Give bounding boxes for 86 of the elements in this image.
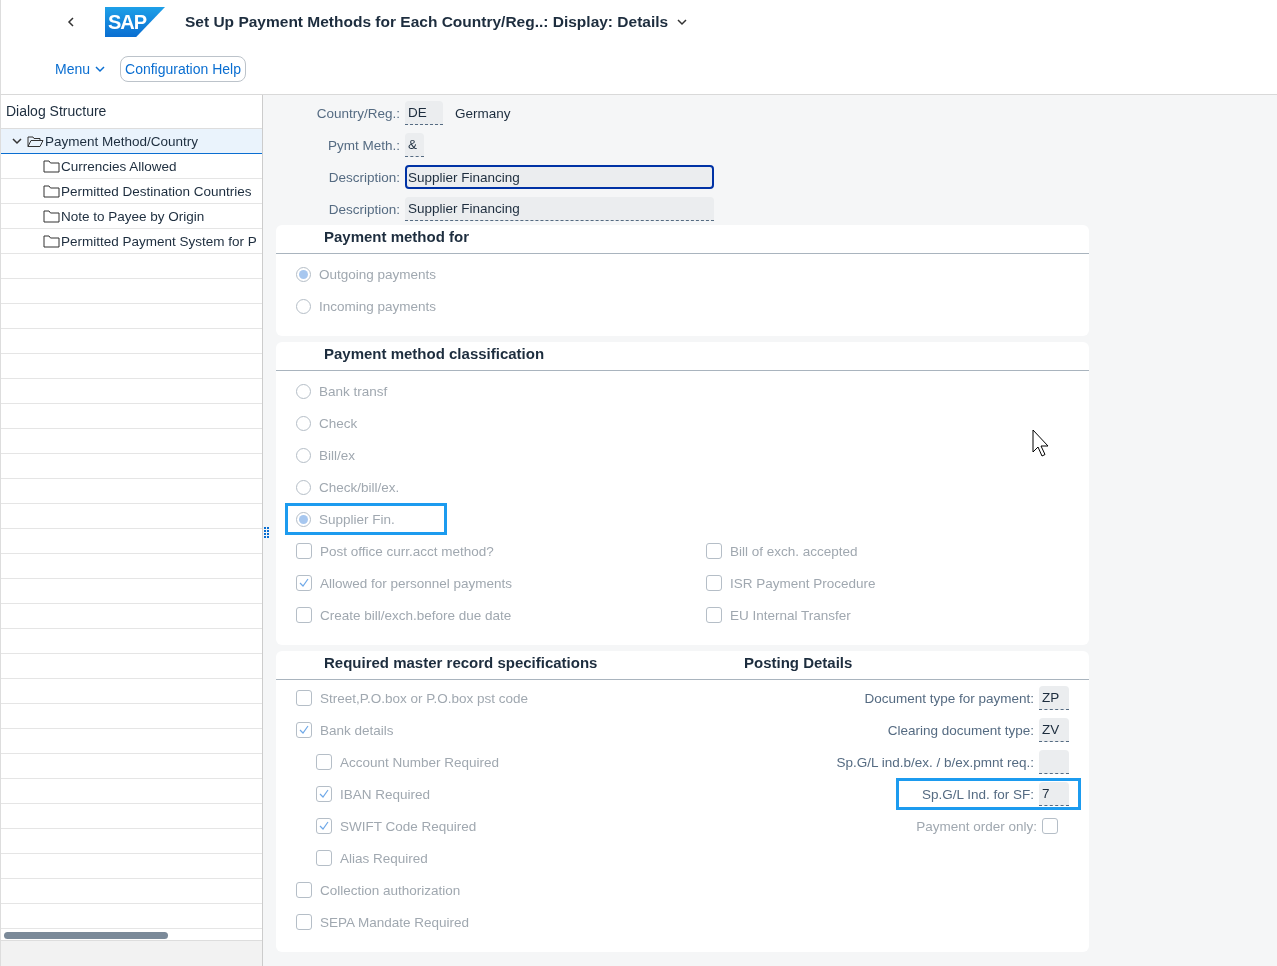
sap-logo[interactable]: SAP <box>105 7 165 37</box>
field-label: Sp.G/L ind.b/ex. / b/ex.pmnt req.: <box>836 754 1034 770</box>
option-label: Bank details <box>320 722 394 738</box>
option-label: EU Internal Transfer <box>730 607 851 623</box>
back-icon <box>65 16 77 28</box>
field-label: Clearing document type: <box>887 722 1034 738</box>
folder-icon <box>43 159 60 173</box>
section-title: Required master record specifications <box>323 653 599 673</box>
dropdown-caret-icon <box>676 16 689 28</box>
checkbox[interactable] <box>296 914 312 930</box>
input-field[interactable]: Supplier Financing <box>405 165 714 189</box>
tree-item[interactable]: Note to Payee by Origin <box>1 204 262 229</box>
field-label: Description: <box>327 169 400 185</box>
radio-button[interactable] <box>296 298 311 314</box>
option-label: Check/bill/ex. <box>319 479 400 495</box>
folder-icon <box>43 209 60 223</box>
section-title: Payment method for <box>276 225 1089 254</box>
option-label: Check <box>319 415 358 431</box>
radio-button[interactable] <box>296 447 311 463</box>
input-field[interactable]: ZV <box>1039 718 1069 742</box>
section-title: Posting Details <box>743 653 853 673</box>
option-label: Supplier Fin. <box>319 511 395 527</box>
radio-button[interactable] <box>296 383 311 399</box>
option-label: Collection authorization <box>320 882 461 898</box>
field-description: Germany <box>455 105 511 121</box>
checkbox[interactable] <box>316 754 332 770</box>
checkbox[interactable] <box>296 882 312 898</box>
input-field[interactable]: Supplier Financing <box>405 197 714 221</box>
checkbox[interactable] <box>706 543 722 559</box>
input-field[interactable] <box>1039 750 1069 774</box>
folder-icon <box>43 184 60 198</box>
option-label: Bill of exch. accepted <box>730 543 858 559</box>
checkbox[interactable] <box>316 818 332 834</box>
option-label: Account Number Required <box>340 754 500 770</box>
tree-item[interactable]: Currencies Allowed <box>1 154 262 179</box>
field-label: Pymt Meth.: <box>327 137 400 153</box>
splitter-grip-icon[interactable] <box>264 527 270 539</box>
radio-button[interactable] <box>296 479 311 495</box>
configuration-help-button[interactable]: Configuration Help <box>120 56 246 82</box>
checkbox[interactable] <box>296 690 312 706</box>
checkbox[interactable] <box>296 722 312 738</box>
expand-caret-icon <box>11 135 23 147</box>
option-label: IBAN Required <box>340 786 431 802</box>
option-label: Post office curr.acct method? <box>320 543 494 559</box>
tree-item[interactable]: Permitted Payment System for P <box>1 229 262 254</box>
input-field[interactable]: 7 <box>1039 782 1069 806</box>
checkbox[interactable] <box>706 607 722 623</box>
section-title: Payment method classification <box>276 342 1089 371</box>
option-label: Create bill/exch.before due date <box>320 607 512 623</box>
checkbox[interactable] <box>296 543 312 559</box>
option-label: Outgoing payments <box>319 266 437 282</box>
checkbox[interactable] <box>316 786 332 802</box>
option-label: Alias Required <box>340 850 428 866</box>
option-label: SEPA Mandate Required <box>320 914 470 930</box>
field-label: Country/Reg.: <box>315 105 400 121</box>
option-label: ISR Payment Procedure <box>730 575 876 591</box>
option-label: Bank transf <box>319 383 388 399</box>
tree-item[interactable]: Payment Method/Country <box>1 129 262 154</box>
option-label: SWIFT Code Required <box>340 818 477 834</box>
checkbox[interactable] <box>706 575 722 591</box>
scrollbar-thumb[interactable] <box>4 932 168 939</box>
input-field[interactable]: ZP <box>1039 686 1069 710</box>
field-label: Description: <box>327 201 400 217</box>
field-label: Payment order only: <box>916 818 1037 834</box>
checkbox[interactable] <box>296 575 312 591</box>
field-label: Document type for payment: <box>864 690 1034 706</box>
checkbox[interactable] <box>296 607 312 623</box>
radio-button[interactable] <box>296 266 311 282</box>
option-label: Allowed for personnel payments <box>320 575 513 591</box>
checkbox[interactable] <box>1042 818 1058 834</box>
menu-button[interactable]: Menu <box>53 59 109 79</box>
input-field[interactable]: & <box>405 133 424 157</box>
caret-icon <box>94 63 107 75</box>
input-field[interactable]: DE <box>405 101 443 125</box>
mouse-pointer-icon <box>1032 429 1052 457</box>
folder-icon <box>43 234 60 248</box>
radio-button[interactable] <box>296 415 311 431</box>
option-label: Street,P.O.box or P.O.box pst code <box>320 690 529 706</box>
field-label: Sp.G/L Ind. for SF: <box>921 786 1034 802</box>
option-label: Bill/ex <box>319 447 355 463</box>
radio-button[interactable] <box>296 511 311 527</box>
folder-icon <box>27 134 44 148</box>
checkbox[interactable] <box>316 850 332 866</box>
tree-item[interactable]: Permitted Destination Countries <box>1 179 262 204</box>
page-title: Set Up Payment Methods for Each Country/Reg..: Display: Details <box>185 13 669 31</box>
option-label: Incoming payments <box>319 298 437 314</box>
